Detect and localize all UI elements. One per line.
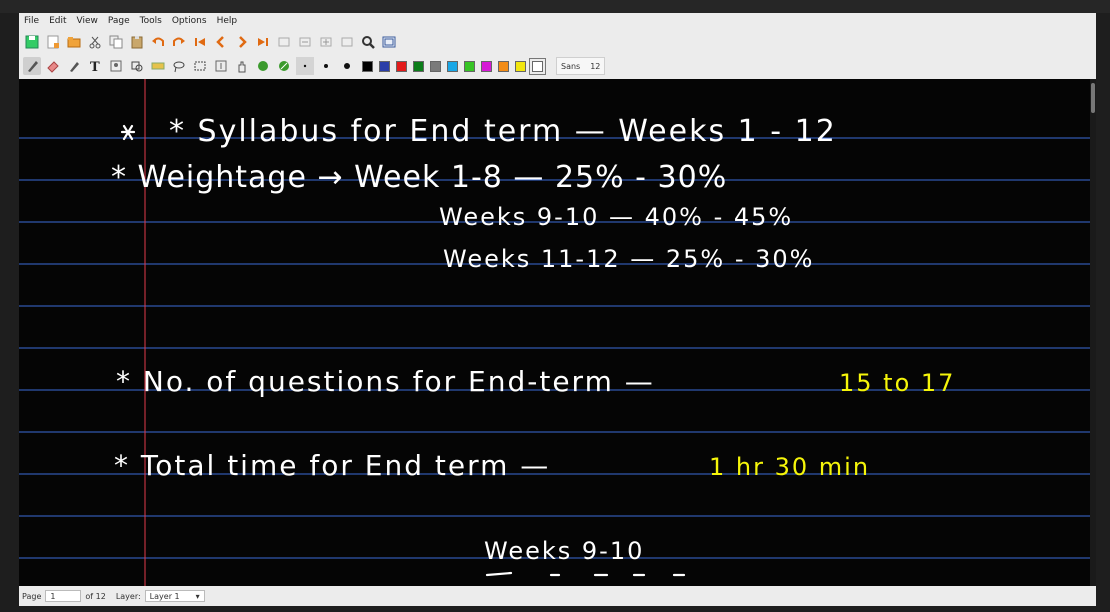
vertical-scrollbar[interactable] [1090, 79, 1096, 586]
thickness-medium-icon[interactable] [317, 57, 335, 75]
layer-select[interactable]: Layer 1 ▾ [144, 590, 205, 602]
note-line-2: * Weightage → Week 1-8 — 25% - 30% [111, 160, 727, 195]
font-name: Sans [561, 61, 581, 71]
color-swatch-3[interactable] [396, 60, 407, 72]
svg-text:T: T [90, 60, 100, 73]
screen-top-bar [0, 0, 1110, 13]
pen-icon[interactable] [23, 57, 41, 75]
paste-icon[interactable] [128, 33, 146, 51]
color-swatch-4[interactable] [413, 60, 424, 72]
color-swatch-11[interactable] [529, 57, 546, 75]
pen-settings-icon[interactable] [275, 57, 293, 75]
scrollbar-thumb[interactable] [1091, 83, 1095, 113]
shape-recognizer-icon[interactable] [128, 57, 146, 75]
default-pen-icon[interactable] [254, 57, 272, 75]
color-swatch-9[interactable] [498, 60, 509, 72]
color-swatch-8[interactable] [481, 60, 492, 72]
note-line-questions: * No. of questions for End-term — [116, 365, 655, 398]
total-time-value: 1 hr 30 min [709, 453, 870, 481]
copy-icon[interactable] [107, 33, 125, 51]
cut-icon[interactable] [86, 33, 104, 51]
prev-page-icon[interactable] [212, 33, 230, 51]
menu-help[interactable]: Help [212, 16, 243, 26]
highlighter-icon[interactable] [65, 57, 83, 75]
note-line-weightage: * Weightage → Week 1-8 — 25% - 30% [111, 160, 727, 195]
last-page-icon[interactable] [254, 33, 272, 51]
menu-file[interactable]: File [19, 16, 44, 26]
color-swatch-2[interactable] [379, 60, 390, 72]
menu-tools[interactable]: Tools [135, 16, 167, 26]
layer-label: Layer: [115, 591, 141, 601]
redo-icon[interactable] [170, 33, 188, 51]
xournal-window: File Edit View Page Tools Options Help T [19, 13, 1096, 606]
note-line-syllabus: * Syllabus for End term — Weeks 1 - 12 [120, 114, 837, 149]
zoom-page-icon[interactable] [338, 33, 356, 51]
underline-strokes [485, 571, 686, 577]
main-toolbar [19, 31, 1096, 53]
tools-toolbar: T Sans 12 [19, 54, 1096, 78]
chevron-down-icon: ▾ [195, 591, 200, 601]
note-line-weeks-9-10: Weeks 9-10 — 40% - 45% [439, 203, 793, 231]
zoom-fit-icon[interactable] [275, 33, 293, 51]
undo-icon[interactable] [149, 33, 167, 51]
layer-value: Layer 1 [149, 591, 180, 601]
page-count-label: of 12 [85, 591, 106, 601]
zoom-out-icon[interactable] [296, 33, 314, 51]
eraser-icon[interactable] [44, 57, 62, 75]
new-page-icon[interactable] [44, 33, 62, 51]
rect-select-icon[interactable] [191, 57, 209, 75]
menu-view[interactable]: View [72, 16, 103, 26]
font-size: 12 [590, 61, 601, 71]
vspace-icon[interactable] [212, 57, 230, 75]
font-selector[interactable]: Sans 12 [556, 57, 606, 75]
menu-bar: File Edit View Page Tools Options Help [19, 13, 1096, 29]
note-line-weeks-11-12: Weeks 11-12 — 25% - 30% [443, 245, 815, 273]
zoom-in-icon[interactable] [317, 33, 335, 51]
color-swatch-7[interactable] [464, 60, 475, 72]
note-line-weeks-9-10-heading: Weeks 9-10 [484, 537, 644, 565]
color-swatch-6[interactable] [447, 60, 458, 72]
hand-tool-icon[interactable] [233, 57, 251, 75]
page-number-input[interactable]: 1 [45, 590, 82, 602]
text-tool-icon[interactable]: T [86, 57, 104, 75]
menu-options[interactable]: Options [167, 16, 212, 26]
menu-page[interactable]: Page [103, 16, 135, 26]
open-icon[interactable] [65, 33, 83, 51]
search-icon[interactable] [359, 33, 377, 51]
thickness-fine-icon[interactable] [296, 57, 314, 75]
page-drawing: * Syllabus for End term — Weeks 1 - 12 *… [19, 79, 1096, 586]
color-swatch-1[interactable] [362, 60, 373, 72]
ruler-icon[interactable] [149, 57, 167, 75]
note-line-1: * Syllabus for End term — Weeks 1 - 12 [169, 114, 837, 149]
page-number-value: 1 [50, 591, 56, 601]
color-swatch-10[interactable] [515, 60, 526, 72]
thickness-thick-icon[interactable] [338, 57, 356, 75]
color-swatch-5[interactable] [430, 60, 441, 72]
note-line-total-time: * Total time for End term — [114, 449, 550, 482]
save-icon[interactable] [23, 33, 41, 51]
questions-count-value: 15 to 17 [839, 369, 955, 397]
status-bar: Page 1 of 12 Layer: Layer 1 ▾ [19, 586, 1096, 606]
menu-edit[interactable]: Edit [44, 16, 71, 26]
ruled-lines [19, 137, 1096, 559]
fullscreen-icon[interactable] [380, 33, 398, 51]
note-canvas[interactable]: * Syllabus for End term — Weeks 1 - 12 *… [19, 79, 1096, 586]
lasso-icon[interactable] [170, 57, 188, 75]
page-label: Page [22, 591, 42, 601]
image-tool-icon[interactable] [107, 57, 125, 75]
next-page-icon[interactable] [233, 33, 251, 51]
first-page-icon[interactable] [191, 33, 209, 51]
color-palette [359, 57, 546, 75]
